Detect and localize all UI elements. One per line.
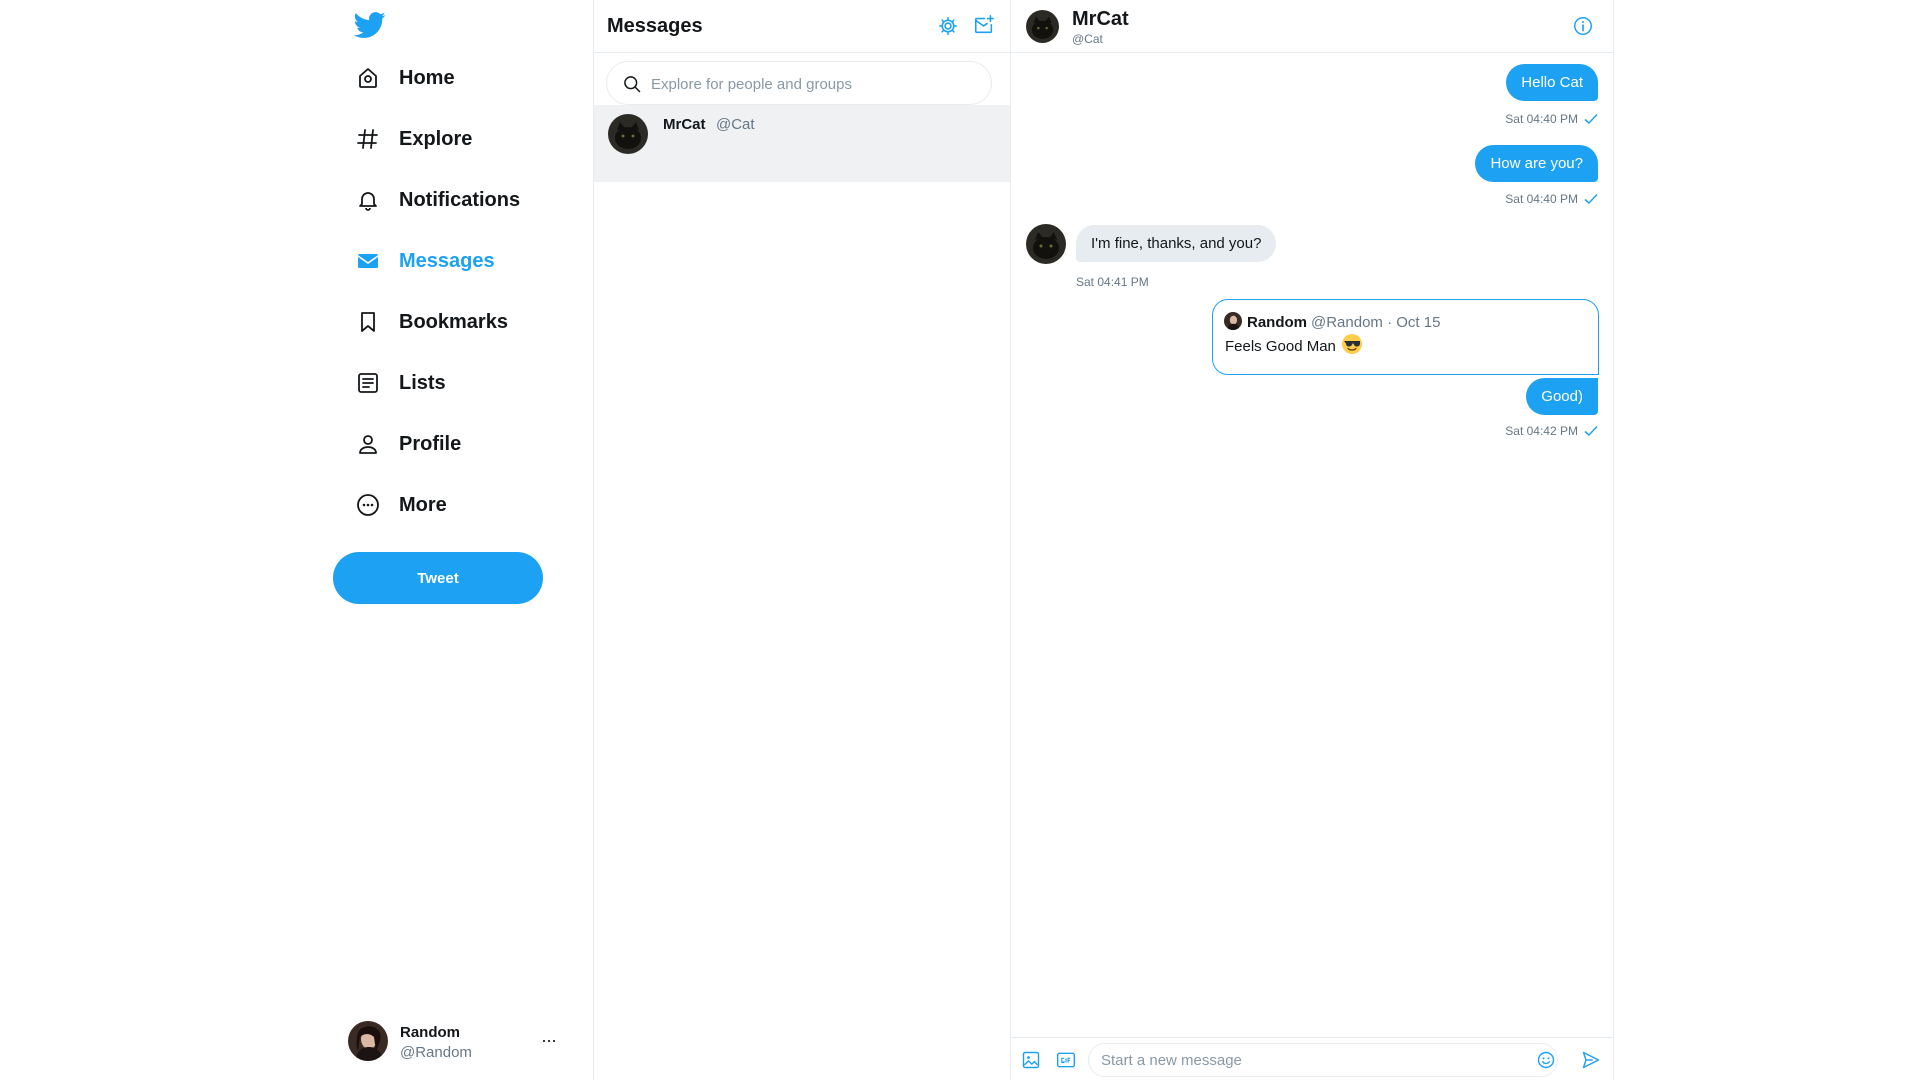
conversation-item[interactable]: MrCat @Cat — [594, 105, 1010, 182]
nav-item-more[interactable]: More — [354, 479, 447, 531]
messages-header: Messages — [594, 0, 1010, 53]
emoji-icon[interactable] — [1536, 1050, 1556, 1070]
avatar — [1224, 312, 1242, 330]
account-name: Random — [400, 1024, 460, 1041]
chat-contact-name: MrCat — [1072, 8, 1129, 30]
quoted-tweet-card[interactable]: Random @Random · Oct 15 Feels Good Man — [1212, 299, 1599, 375]
bell-icon — [354, 186, 382, 214]
checkmark-icon — [1584, 193, 1598, 205]
hashtag-icon — [354, 125, 382, 153]
message-timestamp: Sat 04:40 PM — [1505, 112, 1598, 126]
message-composer — [1011, 1037, 1613, 1080]
chat-header: MrCat @Cat — [1011, 0, 1613, 53]
timestamp-text: Sat 04:41 PM — [1076, 275, 1149, 289]
search-icon — [622, 74, 642, 94]
nav-item-explore[interactable]: Explore — [354, 113, 472, 165]
nav-label-more: More — [399, 493, 447, 516]
nav-label-lists: Lists — [399, 371, 446, 394]
nav-item-home[interactable]: Home — [354, 52, 455, 104]
message-bubble-incoming[interactable]: I'm fine, thanks, and you? — [1076, 225, 1277, 262]
account-switcher[interactable]: Random @Random ··· — [348, 1018, 568, 1066]
message-timestamp: Sat 04:40 PM — [1505, 192, 1598, 206]
twitter-bird-icon[interactable] — [352, 9, 388, 41]
avatar — [608, 114, 648, 154]
chat-panel: MrCat @Cat Hello Cat Sat 04:40 PM How ar… — [1011, 0, 1614, 1080]
nav-item-bookmarks[interactable]: Bookmarks — [354, 296, 508, 348]
search-input[interactable] — [651, 73, 971, 95]
message-bubble-outgoing[interactable]: Hello Cat — [1506, 64, 1598, 101]
timestamp-text: Sat 04:42 PM — [1505, 424, 1578, 438]
nav-label-home: Home — [399, 66, 455, 89]
message-bubble-outgoing[interactable]: Good) — [1526, 378, 1598, 415]
nav-label-explore: Explore — [399, 127, 473, 150]
home-icon — [354, 64, 382, 92]
envelope-icon — [354, 247, 382, 275]
nav-item-profile[interactable]: Profile — [354, 418, 461, 470]
quoted-tweet-author: Random — [1247, 314, 1307, 331]
quoted-tweet-text: Feels Good Man — [1225, 338, 1336, 355]
timestamp-text: Sat 04:40 PM — [1505, 192, 1578, 206]
nav-item-lists[interactable]: Lists — [354, 357, 446, 409]
more-circle-icon — [354, 491, 382, 519]
person-icon — [354, 430, 382, 458]
timestamp-text: Sat 04:40 PM — [1505, 112, 1578, 126]
nav-label-bookmarks: Bookmarks — [399, 310, 508, 333]
nav-label-messages: Messages — [399, 249, 495, 272]
conversation-list-panel: Messages MrCat @Cat — [593, 0, 1011, 1080]
checkmark-icon — [1584, 425, 1598, 437]
conversation-name: MrCat — [663, 116, 706, 133]
more-options-icon[interactable]: ··· — [541, 1030, 557, 1051]
bookmark-icon — [354, 308, 382, 336]
search-box[interactable] — [606, 61, 992, 105]
nav-label-notifications: Notifications — [399, 188, 521, 211]
checkmark-icon — [1584, 113, 1598, 125]
left-navigation: Home Explore Notifications Messages Book… — [333, 0, 593, 1080]
gear-icon[interactable] — [937, 15, 959, 37]
message-input-wrapper — [1088, 1043, 1558, 1077]
conversation-handle: @Cat — [716, 116, 755, 133]
nav-item-notifications[interactable]: Notifications — [354, 174, 520, 226]
avatar — [348, 1021, 388, 1061]
avatar[interactable] — [1026, 224, 1066, 264]
list-icon — [354, 369, 382, 397]
info-icon[interactable] — [1572, 15, 1594, 37]
message-bubble-outgoing[interactable]: How are you? — [1475, 145, 1598, 182]
page-title: Messages — [607, 15, 703, 37]
send-icon[interactable] — [1581, 1050, 1601, 1070]
nav-item-messages[interactable]: Messages — [354, 235, 495, 287]
gif-icon[interactable] — [1056, 1050, 1076, 1070]
image-icon[interactable] — [1021, 1050, 1041, 1070]
chat-contact-handle: @Cat — [1072, 32, 1103, 46]
new-message-icon[interactable] — [973, 14, 995, 36]
quoted-tweet-handle: @Random · Oct 15 — [1311, 314, 1441, 331]
account-handle: @Random — [400, 1044, 472, 1061]
tweet-button[interactable]: Tweet — [333, 552, 543, 604]
message-timestamp: Sat 04:42 PM — [1505, 424, 1598, 438]
message-input[interactable] — [1101, 1050, 1521, 1070]
avatar[interactable] — [1026, 10, 1059, 43]
message-timestamp: Sat 04:41 PM — [1076, 275, 1149, 289]
sunglasses-emoji-icon — [1342, 334, 1362, 354]
nav-label-profile: Profile — [399, 432, 462, 455]
